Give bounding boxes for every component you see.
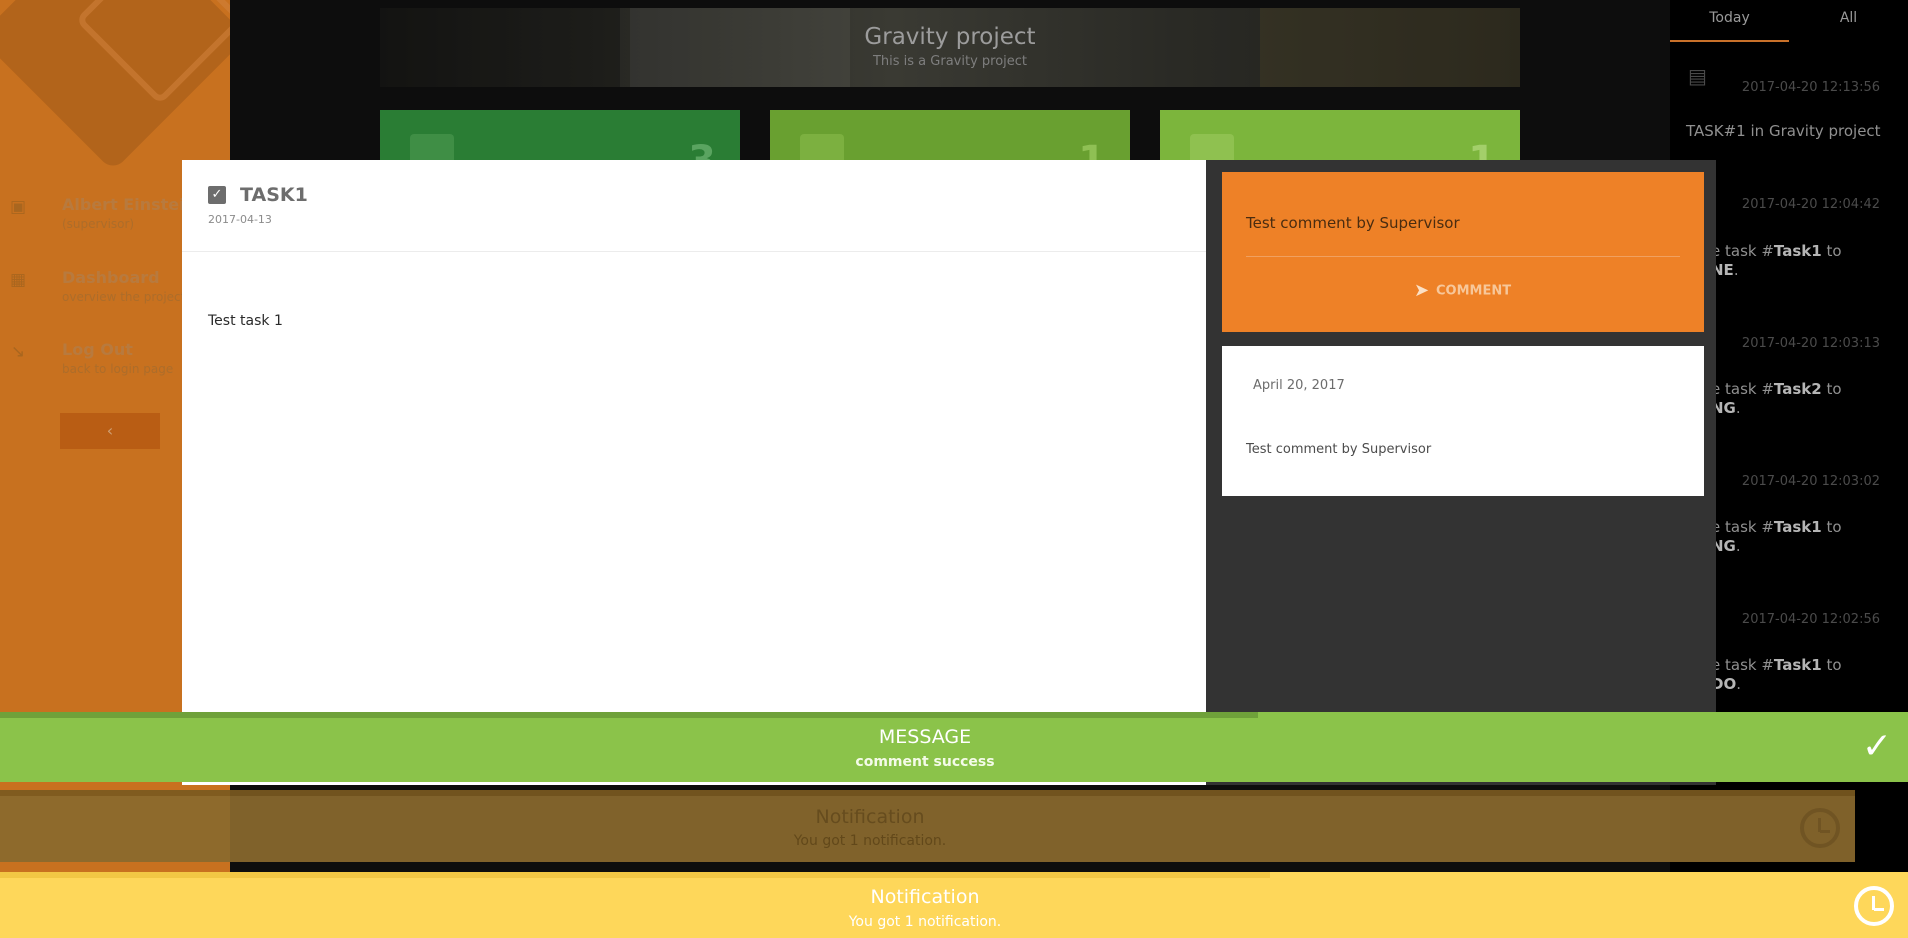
sidebar-item-sub: overview the project [62,290,186,304]
task-header: ✓ TASK1 2017-04-13 [182,160,1206,252]
dashboard-icon: ▦ [9,270,27,290]
comment-date: April 20, 2017 [1253,378,1345,393]
toast-progress-bar [0,712,1258,718]
user-name: Albert Einstein [62,195,196,214]
task-date: 2017-04-13 [208,213,272,226]
activity-time: 2017-04-20 12:03:13 [1741,336,1880,351]
message-toast[interactable]: MESSAGE comment success ✓ [0,712,1908,782]
project-subtitle: This is a Gravity project [872,54,1028,69]
toast-body: comment success [855,754,995,770]
user-badge-icon: ▣ [9,197,27,217]
activity-time: 2017-04-20 12:04:42 [1741,197,1880,212]
project-title: Gravity project [864,24,1036,50]
task-title: TASK1 [240,184,308,206]
check-icon: ✓ [1861,726,1893,767]
sidebar-item-label: Dashboard [62,268,160,287]
task-detail-panel: ✓ TASK1 2017-04-13 Test task 1 [182,160,1206,785]
task-check-icon: ✓ [208,186,226,204]
comment-button[interactable]: ➤ COMMENT [1414,280,1511,302]
logout-icon: ↘ [10,342,26,362]
alarm-clock-icon [1800,808,1840,848]
sidebar-collapse-button[interactable]: ‹ [60,413,160,449]
comment-item: April 20, 2017 Test comment by Superviso… [1222,346,1704,496]
notification-toast-dim[interactable]: Notification You got 1 notification. [0,790,1855,862]
activity-time: 2017-04-20 12:02:56 [1741,612,1880,627]
activity-text[interactable]: TASK#1 in Gravity project [1686,122,1896,141]
activity-text[interactable]: e task #Task1 to NE. [1711,242,1908,280]
activity-text[interactable]: e task #Task1 to DO. [1711,656,1908,694]
chat-icon: ▤ [1688,64,1707,88]
tab-all[interactable]: All [1789,0,1908,42]
activity-time: 2017-04-20 12:03:02 [1741,474,1880,489]
toast-progress-bar [0,872,1270,878]
activity-text[interactable]: e task #Task2 to NG. [1711,380,1908,418]
tab-today[interactable]: Today [1670,0,1789,42]
comment-form: Test comment by Supervisor ➤ COMMENT [1222,172,1704,332]
notification-toast[interactable]: Notification You got 1 notification. [0,872,1908,938]
toast-title: Notification [870,886,980,908]
sidebar-item-label: Log Out [62,340,133,359]
toast-progress-bar [0,790,1855,796]
task-description: Test task 1 [208,313,283,329]
activity-time: 2017-04-20 12:13:56 [1741,80,1880,95]
comment-text: Test comment by Supervisor [1246,442,1432,457]
toast-title: Notification [815,806,925,828]
comments-panel: Test comment by Supervisor ➤ COMMENT Apri… [1206,160,1716,785]
comment-button-label: COMMENT [1436,283,1512,299]
alarm-clock-icon [1854,886,1894,926]
sidebar-item-sub: back to login page [62,362,174,376]
toast-body: You got 1 notification. [848,914,1002,930]
project-header: Gravity project This is a Gravity projec… [380,8,1520,87]
toast-body: You got 1 notification. [793,833,947,849]
activity-text[interactable]: e task #Task1 to NG. [1711,518,1908,556]
send-icon: ➤ [1414,280,1430,301]
user-role: (supervisor) [62,217,135,231]
comment-input[interactable]: Test comment by Supervisor [1246,214,1460,232]
toast-title: MESSAGE [878,726,972,748]
comment-input-underline [1246,256,1680,257]
